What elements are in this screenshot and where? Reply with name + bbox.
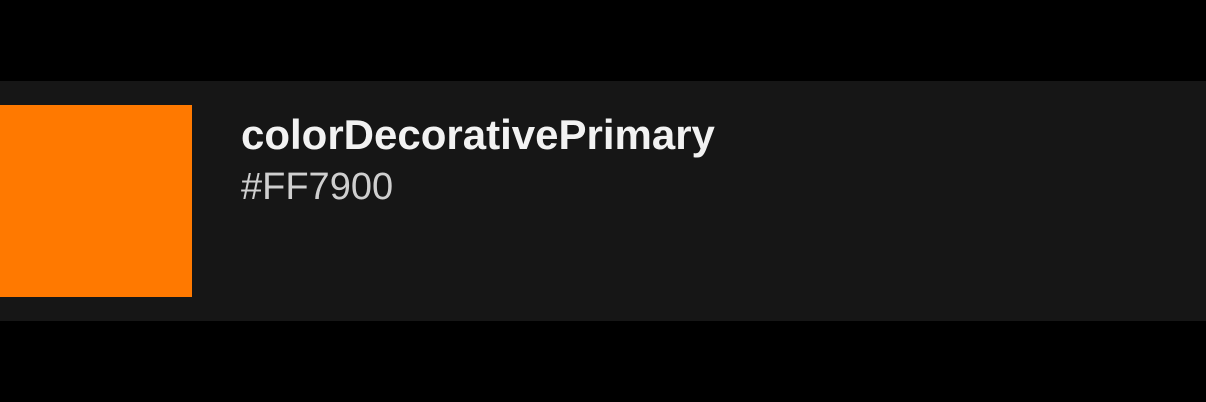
token-hex-value: #FF7900 <box>241 166 394 208</box>
token-name: colorDecorativePrimary <box>241 111 715 158</box>
color-token-card: colorDecorativePrimary #FF7900 <box>0 81 1206 321</box>
color-swatch <box>0 105 192 297</box>
page: colorDecorativePrimary #FF7900 <box>0 0 1206 402</box>
